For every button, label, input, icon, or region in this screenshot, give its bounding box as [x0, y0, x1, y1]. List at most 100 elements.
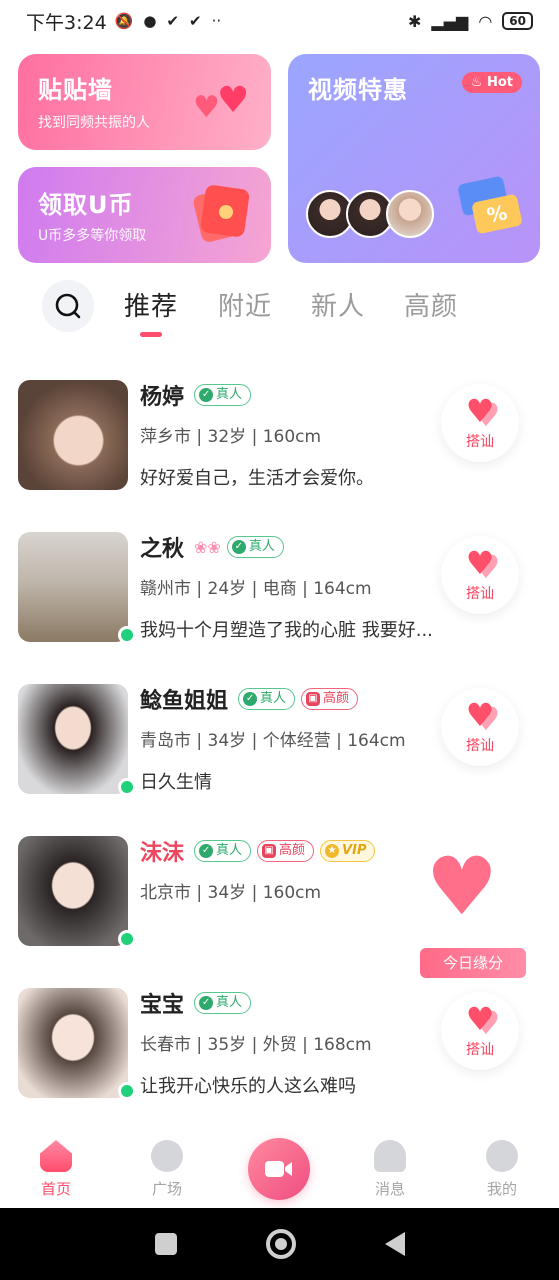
discount-ticket-icon: % [457, 175, 524, 236]
flame-icon: ♨ [470, 75, 487, 90]
home-circle-icon[interactable] [265, 1229, 296, 1259]
greet-button[interactable]: ♥ 搭讪 [441, 688, 519, 766]
user-signature: 让我开心快乐的人这么难吗 [140, 1076, 356, 1097]
online-indicator [118, 1082, 136, 1100]
hot-badge: ♨ Hot [461, 72, 522, 93]
sticker-wall-card[interactable]: 贴贴墙 找到同频共振的人 ♥ ♥ [18, 54, 271, 150]
vip-badge: ★ VIP [320, 840, 376, 862]
check-icon: ✔ [189, 12, 202, 30]
tab-beauty[interactable]: 高颜 [404, 286, 458, 323]
avatar [386, 190, 434, 238]
person-icon [486, 1140, 518, 1172]
video-deal-card[interactable]: 视频特惠 ♨ Hot % [288, 54, 540, 263]
hearts-icon: ♥ ♥ [193, 80, 250, 125]
heart-icon: ♥ [465, 1000, 495, 1038]
user-name: 鲶鱼姐姐 [140, 689, 229, 714]
flower-icon: ❀❀ [194, 537, 221, 557]
user-name: 沫沫 [140, 841, 185, 866]
home-icon [40, 1140, 72, 1172]
check-icon: ✓ [199, 388, 214, 402]
check-icon: ✓ [243, 692, 258, 706]
aperture-icon [151, 1140, 183, 1172]
wifi-icon: ◠ [478, 11, 493, 31]
list-item[interactable]: 杨婷 ✓ 真人 萍乡市 | 32岁 | 160cm 好好爱自己，生活才会爱你。 ♥… [0, 352, 559, 504]
user-photo[interactable] [18, 532, 128, 642]
user-info: 萍乡市 | 32岁 | 160cm [140, 427, 322, 447]
heart-icon: ♥ [465, 696, 495, 734]
red-envelope-icon [191, 183, 251, 244]
tab-recommend[interactable]: 推荐 [124, 286, 178, 337]
nav-home[interactable]: 首页 [16, 1136, 96, 1199]
star-icon: ★ [325, 844, 340, 858]
signal-icon: ▂▄▆ [431, 11, 469, 31]
user-name: 宝宝 [140, 993, 185, 1018]
feed-tabs: 推荐 附近 新人 高颜 [0, 278, 559, 337]
user-signature: 我妈十个月塑造了我的心脏 我要好... [140, 620, 433, 641]
battery-icon: 60 [502, 12, 533, 30]
online-indicator [118, 778, 136, 796]
user-name: 之秋 [140, 537, 185, 562]
list-item[interactable]: 鲶鱼姐姐 ✓ 真人 ▣ 高颜 青岛市 | 34岁 | 个体经营 | 164cm 日久… [0, 656, 559, 808]
beauty-badge: ▣ 高颜 [257, 840, 315, 862]
user-info: 长春市 | 35岁 | 外贸 | 168cm [140, 1035, 372, 1055]
user-info: 青岛市 | 34岁 | 个体经营 | 164cm [140, 731, 406, 751]
user-name: 杨婷 [140, 385, 185, 410]
user-photo[interactable] [18, 988, 128, 1098]
card-subtitle: 找到同频共振的人 [38, 115, 150, 131]
user-info: 赣州市 | 24岁 | 电商 | 164cm [140, 579, 372, 599]
verified-badge: ✓ 真人 [238, 688, 296, 710]
user-photo[interactable] [18, 380, 128, 490]
greet-button[interactable]: ♥ 搭讪 [441, 992, 519, 1070]
user-photo[interactable] [18, 836, 128, 946]
greet-button[interactable]: ♥ 搭讪 [441, 536, 519, 614]
search-icon [55, 293, 81, 319]
nav-mine[interactable]: 我的 [462, 1136, 542, 1199]
tab-nearby[interactable]: 附近 [218, 286, 272, 323]
tab-new[interactable]: 新人 [311, 286, 365, 323]
video-call-button[interactable] [248, 1138, 310, 1200]
beauty-badge: ▣ 高颜 [301, 688, 359, 710]
list-item[interactable]: 宝宝 ✓ 真人 长春市 | 35岁 | 外贸 | 168cm 让我开心快乐的人这么… [0, 960, 559, 1112]
nav-messages[interactable]: 消息 [350, 1136, 430, 1199]
nav-square[interactable]: 广场 [127, 1136, 207, 1199]
user-photo[interactable] [18, 684, 128, 794]
check-icon: ✓ [199, 844, 214, 858]
search-button[interactable] [42, 280, 94, 332]
recents-icon[interactable] [154, 1233, 177, 1255]
status-time: 下午3:24 [26, 11, 107, 34]
verified-badge: ✓ 真人 [194, 384, 252, 406]
bottom-nav: 首页 广场 消息 我的 [0, 1128, 559, 1208]
video-camera-icon [265, 1161, 292, 1177]
check-icon: ✓ [231, 540, 246, 554]
today-fate-button[interactable]: ♥ 今日缘分 [418, 832, 528, 978]
verified-badge: ✓ 真人 [226, 536, 284, 558]
check-icon: ✓ [199, 996, 214, 1010]
back-icon[interactable] [384, 1232, 405, 1256]
status-bar: 下午3:24 🔕 ● ✔ ✔ ·· ✱ ▂▄▆ ◠ 60 [0, 0, 559, 42]
check-icon: ✔ [166, 12, 180, 30]
card-title: 视频特惠 [308, 76, 408, 104]
greet-button[interactable]: ♥ 搭讪 [441, 384, 519, 462]
card-title: 领取U币 [38, 191, 134, 219]
user-info: 北京市 | 34岁 | 160cm [140, 883, 322, 903]
user-signature: 好好爱自己，生活才会爱你。 [140, 468, 374, 489]
online-indicator [118, 930, 136, 948]
status-system-icons: ✱ ▂▄▆ ◠ 60 [408, 12, 533, 31]
heart-icon: ♥ [465, 392, 495, 430]
chat-icon: ● [143, 12, 157, 30]
bell-icon [374, 1140, 406, 1172]
list-item[interactable]: 之秋 ❀❀ ✓ 真人 赣州市 | 24岁 | 电商 | 164cm 我妈十个月塑造… [0, 504, 559, 656]
verified-badge: ✓ 真人 [194, 992, 252, 1014]
more-icon: ·· [211, 12, 222, 30]
user-signature: 日久生情 [140, 772, 212, 793]
heart-icon: ♥ [465, 544, 495, 582]
today-fate-label: 今日缘分 [420, 948, 526, 978]
card-subtitle: U币多多等你领取 [38, 228, 147, 244]
card-title: 贴贴墙 [38, 76, 113, 104]
camera-icon: ▣ [306, 692, 321, 706]
camera-icon: ▣ [262, 844, 277, 858]
system-nav-bar [0, 1208, 559, 1280]
coins-card[interactable]: 领取U币 U币多多等你领取 [18, 167, 271, 263]
mute-icon: 🔕 [114, 12, 134, 30]
avatar-stack [306, 190, 434, 238]
